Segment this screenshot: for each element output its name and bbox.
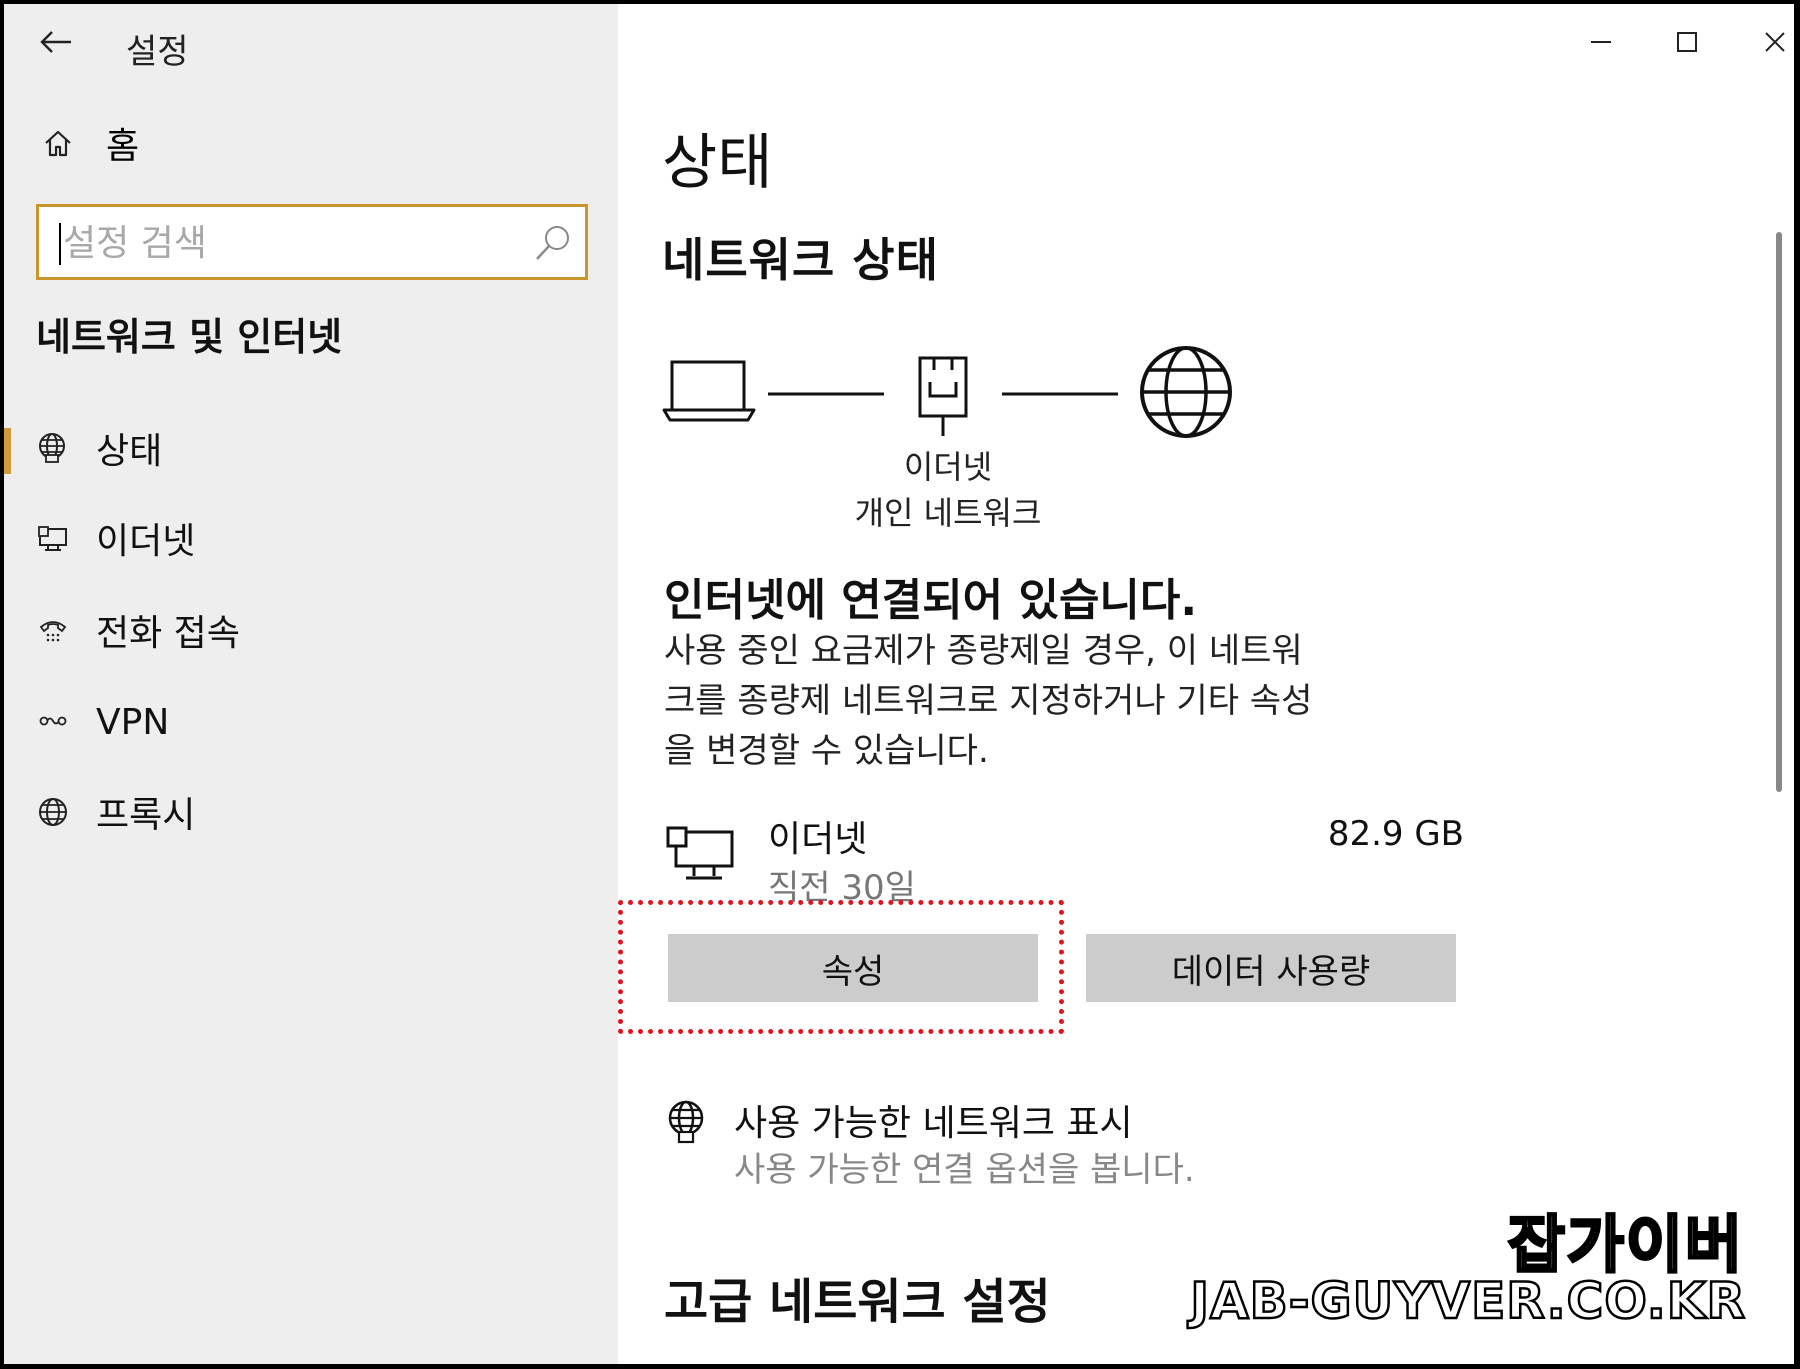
page-title: 상태 bbox=[662, 128, 773, 198]
sidebar-item-label: 프록시 bbox=[96, 795, 196, 836]
dialup-icon bbox=[36, 613, 70, 647]
sidebar-item-label: 전화 접속 bbox=[96, 613, 240, 654]
laptop-icon bbox=[662, 360, 756, 422]
sidebar-item-proxy[interactable]: 프록시 bbox=[4, 780, 618, 844]
description-line: 크를 종량제 네트워크로 지정하거나 기타 속성 bbox=[664, 681, 1313, 721]
section-title: 네트워크 및 인터넷 bbox=[36, 315, 343, 359]
network-globe-icon bbox=[668, 1100, 704, 1144]
watermark-korean: 잡가이버 bbox=[1506, 1207, 1744, 1283]
description-line: 사용 중인 요금제가 종량제일 경우, 이 네트워 bbox=[664, 631, 1303, 671]
scrollbar[interactable] bbox=[1776, 232, 1782, 792]
home-icon bbox=[45, 130, 71, 157]
connected-heading: 인터넷에 연결되어 있습니다. bbox=[664, 575, 1198, 626]
ethernet-monitor-icon bbox=[666, 826, 734, 880]
back-button[interactable] bbox=[32, 22, 80, 62]
network-status-heading: 네트워크 상태 bbox=[662, 233, 939, 287]
nav-home-label: 홈 bbox=[106, 126, 140, 167]
ethernet-port-icon bbox=[918, 356, 968, 436]
sidebar-item-label: VPN bbox=[96, 701, 170, 743]
show-networks-link[interactable]: 사용 가능한 네트워크 표시 사용 가능한 연결 옵션을 봅니다. bbox=[664, 1094, 1464, 1204]
search-box[interactable] bbox=[36, 204, 588, 280]
text-cursor bbox=[59, 223, 61, 265]
sidebar-item-vpn[interactable]: VPN bbox=[4, 690, 618, 754]
internet-globe-icon bbox=[1140, 346, 1232, 438]
close-button[interactable] bbox=[1740, 14, 1794, 70]
sidebar-item-ethernet[interactable]: 이더넷 bbox=[4, 506, 618, 570]
nav-home[interactable]: 홈 bbox=[32, 118, 139, 168]
watermark-url: JAB-GUYVER.CO.KR bbox=[1189, 1271, 1746, 1332]
maximize-icon bbox=[1677, 32, 1697, 52]
sidebar-item-dialup[interactable]: 전화 접속 bbox=[4, 598, 618, 662]
back-arrow-icon bbox=[40, 31, 71, 53]
network-type: 개인 네트워크 bbox=[854, 494, 1042, 532]
usage-period: 직전 30일 bbox=[768, 868, 916, 908]
sidebar: 설정 홈 네트워크 및 인터넷 bbox=[4, 4, 618, 1364]
main-content: 상태 네트워크 상태 이더넷 개인 네트워크 인터넷에 연결되어 있습니다. 사… bbox=[618, 4, 1794, 1364]
data-usage-button[interactable]: 데이터 사용량 bbox=[1086, 934, 1456, 1002]
advanced-network-heading: 고급 네트워크 설정 bbox=[664, 1274, 1051, 1330]
minimize-button[interactable] bbox=[1566, 14, 1636, 70]
sidebar-item-label: 이더넷 bbox=[96, 521, 196, 562]
sidebar-item-status[interactable]: 상태 bbox=[4, 416, 618, 480]
proxy-globe-icon bbox=[36, 795, 70, 829]
connection-row: 이더넷 직전 30일 82.9 GB bbox=[664, 804, 1464, 914]
status-globe-icon bbox=[36, 431, 70, 465]
window-title: 설정 bbox=[126, 32, 189, 72]
search-icon[interactable] bbox=[533, 223, 573, 263]
maximize-button[interactable] bbox=[1652, 14, 1722, 70]
ethernet-icon bbox=[36, 521, 70, 555]
connected-description: 사용 중인 요금제가 종량제일 경우, 이 네트워 크를 종량제 네트워크로 지… bbox=[664, 626, 1464, 776]
vpn-icon bbox=[36, 705, 70, 739]
search-input[interactable] bbox=[63, 213, 543, 273]
adapter-name: 이더넷 bbox=[903, 448, 993, 486]
close-icon bbox=[1765, 32, 1785, 52]
show-networks-title: 사용 가능한 네트워크 표시 bbox=[734, 1103, 1133, 1144]
description-line: 을 변경할 수 있습니다. bbox=[664, 731, 989, 771]
data-usage-amount: 82.9 GB bbox=[1327, 814, 1464, 854]
settings-window: 설정 홈 네트워크 및 인터넷 bbox=[4, 4, 1794, 1364]
connection-name: 이더넷 bbox=[768, 819, 868, 860]
show-networks-subtitle: 사용 가능한 연결 옵션을 봅니다. bbox=[734, 1150, 1195, 1190]
minimize-icon bbox=[1591, 41, 1611, 43]
sidebar-item-label: 상태 bbox=[96, 431, 163, 472]
properties-button[interactable]: 속성 bbox=[668, 934, 1038, 1002]
